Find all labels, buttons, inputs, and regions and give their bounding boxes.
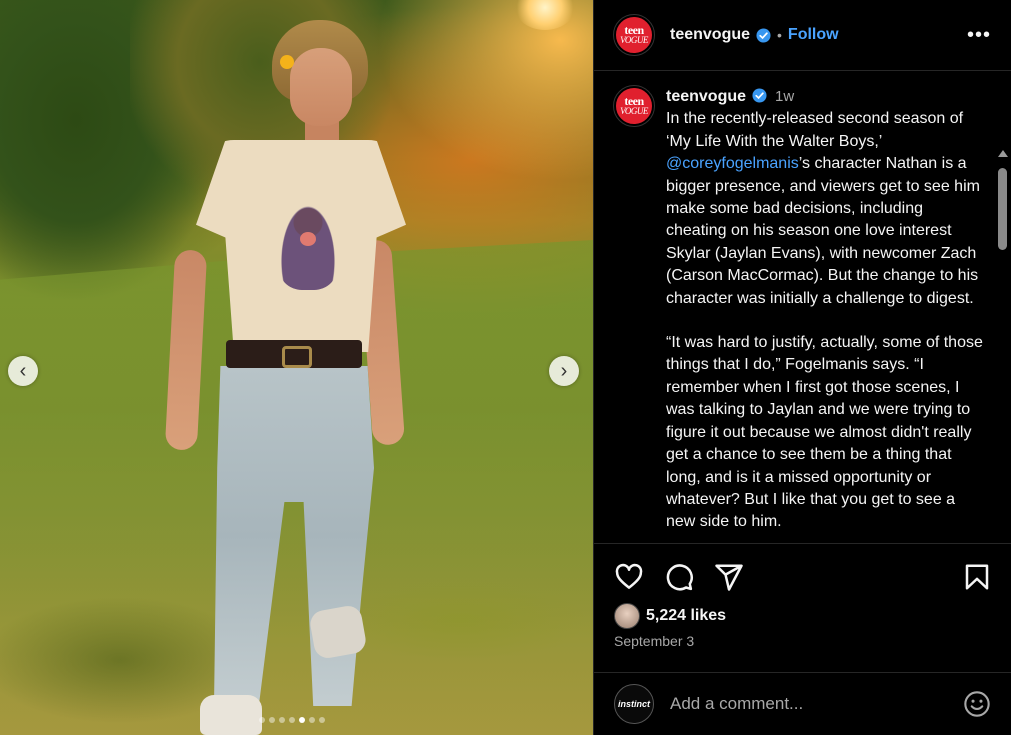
- comment-input[interactable]: [670, 694, 963, 714]
- avatar-text-teen: teen: [624, 23, 644, 37]
- scroll-up-arrow[interactable]: [998, 150, 1008, 157]
- account-avatar[interactable]: teen VOGUE: [613, 14, 655, 56]
- post-side-panel: teen VOGUE teenvogue • Follow ••• teen V…: [593, 0, 1011, 735]
- verified-icon: [752, 88, 767, 103]
- share-icon[interactable]: [714, 562, 744, 592]
- shirt-heart-print: [300, 232, 316, 246]
- carousel-dot: [299, 717, 305, 723]
- avatar-text-vogue: VOGUE: [620, 35, 648, 45]
- comment-icon[interactable]: [664, 562, 694, 592]
- post-time-ago[interactable]: 1w: [775, 88, 794, 105]
- post-header: teen VOGUE teenvogue • Follow •••: [594, 0, 1011, 71]
- caption-meta: teenvogue 1w: [666, 86, 984, 108]
- current-user-avatar[interactable]: instinct: [614, 684, 654, 724]
- verified-icon: [756, 27, 771, 43]
- comment-bar: instinct: [594, 672, 1011, 735]
- bookmark-icon[interactable]: [962, 562, 992, 592]
- chevron-right-icon: ›: [560, 360, 568, 382]
- carousel-dot: [269, 717, 275, 723]
- likes-count[interactable]: 5,224 likes: [646, 607, 726, 625]
- post-caption: teen VOGUE teenvogue 1w In the recently-r…: [613, 85, 984, 534]
- photo-subject: [0, 0, 593, 735]
- header-separator: •: [777, 27, 782, 43]
- carousel-next-button[interactable]: ›: [549, 356, 579, 386]
- subject-shoe-left: [200, 695, 262, 735]
- carousel-dot: [279, 717, 285, 723]
- subject-face: [290, 48, 352, 126]
- caption-text-span: ’s character Nathan is a bigger presence…: [666, 155, 980, 307]
- scroll-thumb[interactable]: [998, 168, 1007, 250]
- caption-username[interactable]: teenvogue: [666, 88, 746, 105]
- caption-scroll-area[interactable]: teen VOGUE teenvogue 1w In the recently-r…: [594, 72, 1011, 544]
- heart-icon[interactable]: [614, 562, 644, 592]
- chevron-left-icon: ‹: [19, 360, 27, 382]
- carousel-dot: [319, 717, 325, 723]
- account-username[interactable]: teenvogue: [670, 26, 750, 44]
- more-options-icon[interactable]: •••: [967, 24, 991, 47]
- carousel-dot: [309, 717, 315, 723]
- liker-avatar[interactable]: [614, 603, 640, 629]
- emoji-icon[interactable]: [963, 690, 991, 718]
- follow-button[interactable]: Follow: [788, 26, 839, 44]
- caption-text: teenvogue 1w In the recently-released sec…: [666, 86, 984, 534]
- subject-shoe-right: [308, 603, 368, 661]
- caption-scrollbar[interactable]: [995, 146, 1009, 543]
- avatar-text-teen: teen: [624, 94, 644, 108]
- likes-row: 5,224 likes: [614, 603, 726, 629]
- carousel-prev-button[interactable]: ‹: [8, 356, 38, 386]
- carousel-dot: [259, 717, 265, 723]
- caption-avatar[interactable]: teen VOGUE: [613, 85, 655, 127]
- belt-buckle: [282, 346, 312, 368]
- avatar-text-vogue: VOGUE: [620, 106, 648, 116]
- carousel-indicator: [259, 717, 325, 723]
- subject-jeans: [214, 366, 374, 706]
- post-actions: [614, 560, 992, 596]
- hair-flower: [280, 55, 294, 69]
- carousel-dot: [289, 717, 295, 723]
- subject-arm-left: [164, 249, 208, 451]
- caption-paragraph-1: In the recently-released second season o…: [666, 108, 984, 310]
- caption-paragraph-2: “It was hard to justify, actually, some …: [666, 334, 983, 531]
- caption-text-span: In the recently-released second season o…: [666, 110, 964, 150]
- mention-link[interactable]: @coreyfogelmanis: [666, 155, 799, 172]
- post-date[interactable]: September 3: [614, 633, 694, 649]
- post-photo: ‹ ›: [0, 0, 593, 735]
